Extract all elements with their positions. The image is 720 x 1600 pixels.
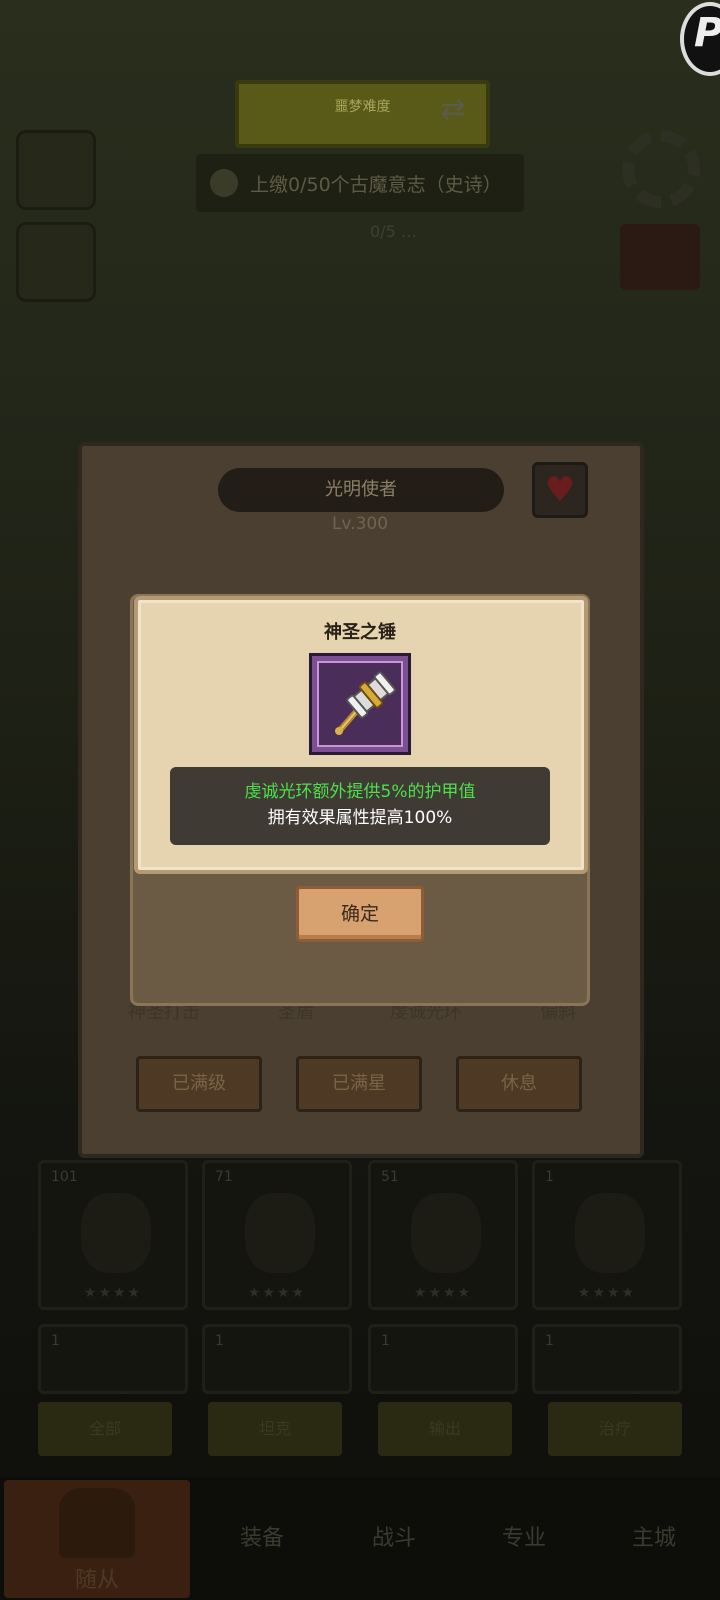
heart-icon: ♥ — [544, 470, 576, 510]
nav-profession[interactable]: 专业 — [464, 1520, 584, 1552]
nav-followers[interactable]: 随从 — [4, 1480, 190, 1598]
confirm-button[interactable]: 确定 — [296, 886, 424, 942]
filter-dps[interactable]: 输出 — [378, 1402, 512, 1456]
item-description: 虔诚光环额外提供5%的护甲值 拥有效果属性提高100% — [170, 767, 550, 845]
roster-card[interactable]: 1 — [368, 1324, 518, 1394]
nav-battle[interactable]: 战斗 — [334, 1520, 454, 1552]
quest-text: 上缴0/50个古魔意志（史诗） — [250, 173, 502, 196]
roster-card[interactable]: 1 — [38, 1324, 188, 1394]
item-title: 神圣之锤 — [324, 622, 396, 643]
favorite-button[interactable]: ♥ — [532, 462, 588, 518]
quest-subtext: 0/5 … — [370, 222, 417, 241]
roster-card[interactable]: 1 ★★★★ — [532, 1160, 682, 1310]
quest-coin-icon — [210, 169, 238, 197]
quest-bar[interactable]: 上缴0/50个古魔意志（史诗） — [196, 154, 524, 212]
roster-card[interactable]: 51 ★★★★ — [368, 1160, 518, 1310]
filter-healer[interactable]: 治疗 — [548, 1402, 682, 1456]
roster-card[interactable]: 101 ★★★★ — [38, 1160, 188, 1310]
hero-portrait — [575, 1193, 645, 1273]
filter-tank[interactable]: 坦克 — [208, 1402, 342, 1456]
switch-arrow-icon[interactable]: ⇄ — [430, 92, 476, 136]
item-frame — [309, 653, 411, 755]
hero-name: 光明使者 — [218, 468, 504, 512]
holy-hammer-icon — [335, 671, 396, 735]
roster-card[interactable]: 71 ★★★★ — [202, 1160, 352, 1310]
filter-all[interactable]: 全部 — [38, 1402, 172, 1456]
viking-helmet-icon — [59, 1488, 135, 1558]
hero-portrait — [245, 1193, 315, 1273]
rest-button[interactable]: 休息 — [456, 1056, 582, 1112]
nav-main-city[interactable]: 主城 — [594, 1520, 714, 1552]
portal-icon[interactable] — [16, 222, 96, 302]
hero-portrait — [81, 1193, 151, 1273]
roster-card[interactable]: 1 — [532, 1324, 682, 1394]
hero-level: Lv.300 — [331, 514, 389, 534]
item-ownership-text: 拥有效果属性提高100% — [267, 808, 453, 828]
max-star-button[interactable]: 已满星 — [296, 1056, 422, 1112]
roster-card[interactable]: 1 — [202, 1324, 352, 1394]
max-level-button[interactable]: 已满级 — [136, 1056, 262, 1112]
shop-icon[interactable] — [16, 130, 96, 210]
settings-gear-icon[interactable] — [622, 130, 700, 208]
hero-portrait — [411, 1193, 481, 1273]
nav-equipment[interactable]: 装备 — [202, 1520, 322, 1552]
item-bonus-text: 虔诚光环额外提供5%的护甲值 — [244, 782, 476, 802]
